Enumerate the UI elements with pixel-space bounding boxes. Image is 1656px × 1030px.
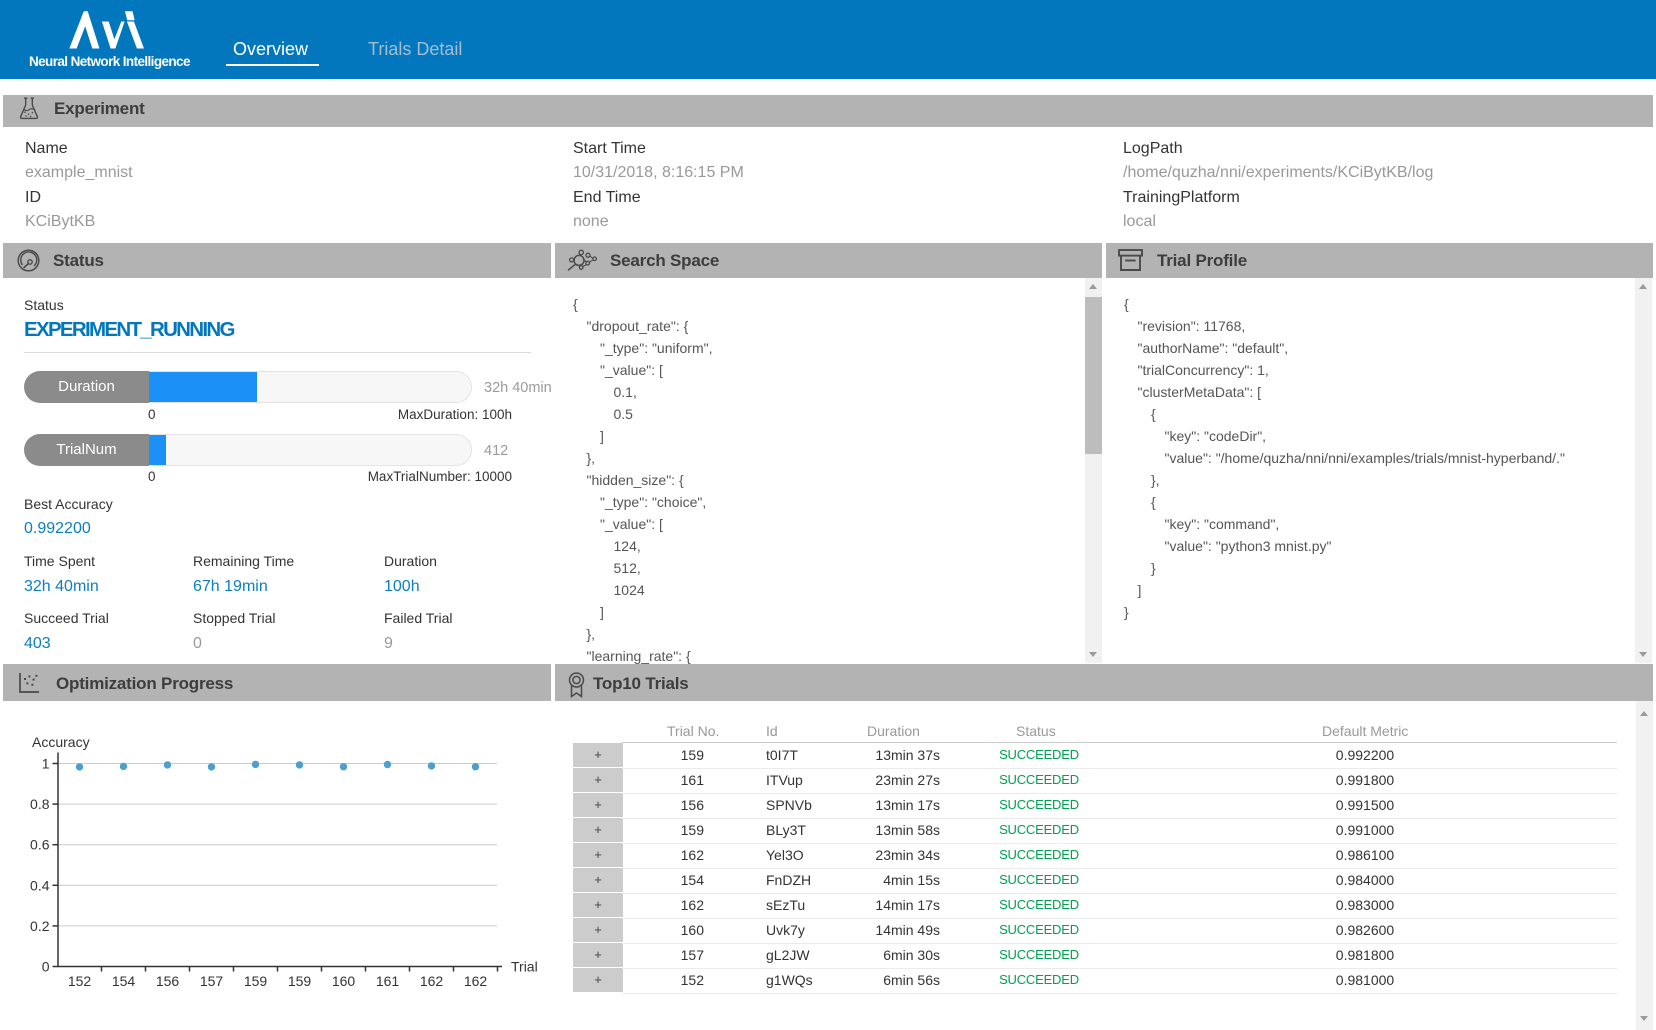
svg-text:156: 156 [156, 973, 180, 989]
svg-text:157: 157 [200, 973, 224, 989]
svg-text:160: 160 [332, 973, 356, 989]
svg-text:Trial: Trial [511, 959, 538, 975]
svg-text:0.2: 0.2 [30, 918, 50, 934]
svg-text:152: 152 [68, 973, 92, 989]
svg-text:154: 154 [112, 973, 136, 989]
svg-text:1: 1 [42, 756, 50, 772]
svg-text:0.8: 0.8 [30, 796, 50, 812]
svg-text:162: 162 [464, 973, 488, 989]
svg-text:162: 162 [420, 973, 444, 989]
svg-text:159: 159 [288, 973, 312, 989]
svg-text:0: 0 [42, 959, 50, 975]
svg-text:159: 159 [244, 973, 268, 989]
svg-text:Accuracy: Accuracy [32, 734, 90, 750]
svg-text:0.4: 0.4 [30, 877, 50, 893]
svg-text:0.6: 0.6 [30, 837, 50, 853]
svg-text:161: 161 [376, 973, 400, 989]
